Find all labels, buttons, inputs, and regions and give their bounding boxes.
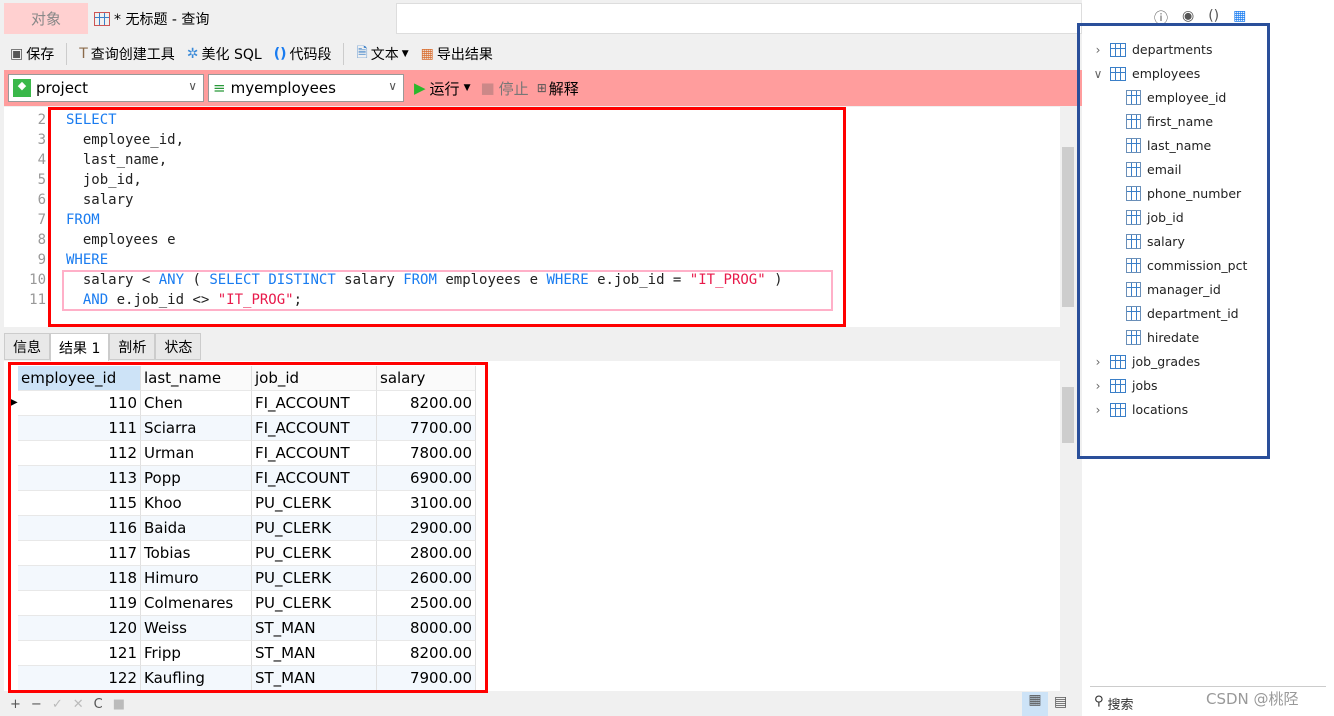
grid-view-icon[interactable]: ▦ bbox=[1022, 692, 1048, 716]
form-view-icon[interactable]: ▤ bbox=[1054, 694, 1067, 710]
run-button[interactable]: ▶ 运行 ▼ bbox=[414, 78, 470, 99]
watermark: CSDN @桃陉 bbox=[1206, 690, 1299, 708]
caret-down-icon: ▼ bbox=[463, 83, 471, 93]
refresh-icon[interactable]: C bbox=[94, 697, 103, 712]
stop-icon: ■ bbox=[480, 79, 495, 97]
parentheses-icon: () bbox=[273, 46, 287, 62]
delete-row-icon[interactable]: − bbox=[31, 697, 42, 712]
result-tabs: 信息 结果 1 剖析 状态 bbox=[4, 333, 202, 361]
save-button[interactable]: ▣ 保存 bbox=[6, 44, 58, 64]
line-number: 9 bbox=[37, 252, 46, 268]
result-tab[interactable]: 信息 bbox=[4, 333, 50, 360]
query-builder-button[interactable]: T 查询创建工具 bbox=[75, 44, 179, 64]
save-icon: ▣ bbox=[10, 46, 24, 62]
apply-icon[interactable]: ✓ bbox=[52, 697, 63, 712]
tab-strip-empty bbox=[396, 3, 1082, 34]
editor-scrollbar[interactable] bbox=[1060, 107, 1076, 327]
line-number: 7 bbox=[37, 212, 46, 228]
database-select[interactable]: ≡ myemployees ∨ bbox=[208, 74, 404, 102]
result-tab[interactable]: 状态 bbox=[155, 333, 202, 360]
chevron-down-icon: ∨ bbox=[188, 79, 197, 93]
document-icon: 🗎 bbox=[356, 45, 368, 61]
tab-query[interactable]: * 无标题 - 查询 bbox=[88, 3, 396, 34]
line-number: 2 bbox=[37, 112, 46, 128]
stop-button[interactable]: ■ 停止 bbox=[480, 78, 528, 99]
add-row-icon[interactable]: + bbox=[10, 697, 21, 712]
line-number: 8 bbox=[37, 232, 46, 248]
highlight-box-results bbox=[8, 362, 488, 693]
highlight-box-condition bbox=[62, 270, 833, 311]
export-icon: ▦ bbox=[420, 46, 434, 62]
line-number: 11 bbox=[29, 292, 46, 308]
tab-query-label: * 无标题 - 查询 bbox=[114, 11, 210, 28]
tab-objects[interactable]: 对象 bbox=[4, 3, 88, 34]
grid-scrollbar[interactable] bbox=[1060, 361, 1076, 691]
explain-icon: ⊞ bbox=[536, 81, 547, 95]
line-number: 3 bbox=[37, 132, 46, 148]
export-results-button[interactable]: ▦ 导出结果 bbox=[417, 44, 497, 64]
caret-down-icon: ▼ bbox=[401, 49, 409, 59]
line-number: 10 bbox=[29, 272, 46, 288]
result-tab[interactable]: 结果 1 bbox=[50, 333, 110, 361]
query-icon bbox=[94, 11, 110, 26]
text-button[interactable]: 🗎 文本 ▼ bbox=[352, 42, 412, 66]
connection-icon: ◆ bbox=[13, 79, 31, 97]
run-bar: ◆ project ∨ ≡ myemployees ∨ ▶ 运行 ▼ ■ 停止 ⊞ 解释 bbox=[4, 70, 1082, 106]
result-tab[interactable]: 剖析 bbox=[109, 333, 156, 360]
connection-select[interactable]: ◆ project ∨ bbox=[8, 74, 204, 102]
divider bbox=[1090, 686, 1326, 687]
grid-toolbar: + − ✓ ✕ C ■ bbox=[0, 692, 1082, 716]
highlight-box-tree bbox=[1077, 23, 1270, 459]
line-number: 5 bbox=[37, 172, 46, 188]
toolbar: ▣ 保存 T 查询创建工具 ✲ 美化 SQL () 代码段 🗎 文本 ▼ ▦ 导出结果 bbox=[0, 38, 1082, 70]
search-icon: ⚲ bbox=[1094, 694, 1104, 709]
line-number: 4 bbox=[37, 152, 46, 168]
beautify-sql-button[interactable]: ✲ 美化 SQL bbox=[183, 44, 266, 64]
cancel-icon[interactable]: ✕ bbox=[73, 697, 84, 712]
explain-button[interactable]: ⊞ 解释 bbox=[537, 78, 579, 99]
magic-wand-icon: ✲ bbox=[186, 46, 199, 62]
divider bbox=[66, 43, 68, 65]
hammer-icon: T bbox=[79, 46, 88, 62]
play-icon: ▶ bbox=[414, 79, 426, 97]
divider bbox=[343, 43, 345, 65]
line-number: 6 bbox=[37, 192, 46, 208]
search-input[interactable]: ⚲ 搜索 bbox=[1094, 694, 1134, 713]
stop-icon[interactable]: ■ bbox=[113, 697, 125, 712]
database-icon: ≡ bbox=[213, 79, 226, 97]
chevron-down-icon: ∨ bbox=[388, 79, 397, 93]
snippet-button[interactable]: () 代码段 bbox=[270, 44, 336, 64]
